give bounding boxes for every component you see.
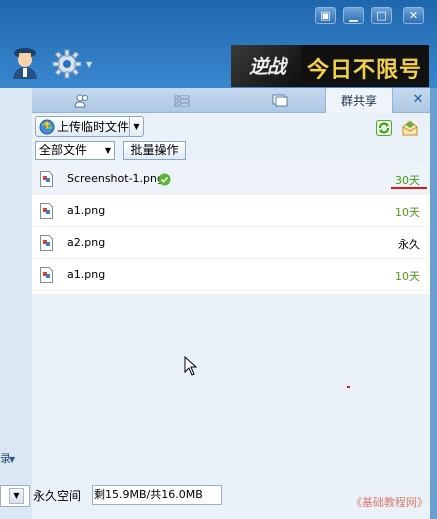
mail-notice-icon[interactable] [401, 119, 419, 137]
close-tab-icon[interactable]: ✕ [411, 93, 425, 107]
ad-banner[interactable]: 逆战 今日不限号 [231, 45, 429, 87]
watermark: 《基础教程网》 [351, 496, 428, 509]
photo-album-icon [272, 94, 288, 107]
upload-dropdown-chevron-icon[interactable]: ▼ [129, 117, 143, 136]
image-file-icon [40, 235, 53, 251]
group-share-panel: 群共享 ✕ 上传临时文件 ▼ 全部文件 ▼ 批量操作 Screenshot-1.… [32, 88, 430, 519]
left-panel: 录 ▼ ▼ [0, 88, 32, 519]
left-select-chevron-icon[interactable]: ▼ [9, 488, 24, 504]
red-marker-dot [347, 386, 350, 388]
file-row[interactable]: Screenshot-1.png 30天 [32, 164, 430, 195]
file-expiry: 永久 [398, 238, 420, 251]
file-filter-value: 全部文件 [39, 143, 88, 157]
file-expiry: 30天 [395, 174, 420, 187]
image-file-icon [40, 203, 53, 219]
refresh-icon[interactable] [376, 120, 392, 136]
maximize-button[interactable]: □ [371, 7, 392, 24]
file-row[interactable]: a1.png 10天 [32, 196, 430, 227]
close-button[interactable]: ✕ [403, 7, 424, 24]
tab-group-share-label: 群共享 [340, 94, 377, 108]
avatar-icon[interactable] [10, 45, 40, 79]
space-label: 永久空间 [33, 489, 82, 503]
tab-members[interactable] [68, 88, 96, 113]
verified-check-icon [158, 173, 171, 186]
image-file-icon [40, 171, 53, 187]
file-expiry: 10天 [395, 206, 420, 219]
image-file-icon [40, 267, 53, 283]
expiry-highlight-underline [391, 187, 427, 189]
left-dropdown-chevron-icon: ▼ [9, 455, 16, 464]
upload-globe-icon [39, 119, 55, 134]
file-name: a2.png [67, 236, 106, 249]
banner-logo: 逆战 [249, 56, 286, 78]
members-icon [74, 94, 88, 107]
toolbar: 上传临时文件 ▼ [32, 113, 430, 141]
file-row[interactable]: a2.png 永久 [32, 228, 430, 259]
batch-operation-button[interactable]: 批量操作 [123, 141, 186, 160]
file-filter-chevron-icon: ▼ [104, 146, 111, 155]
file-filter-select[interactable]: 全部文件 ▼ [35, 141, 115, 160]
file-name: Screenshot-1.png [67, 172, 164, 185]
file-row[interactable]: a1.png 10天 [32, 260, 430, 291]
filter-bar: 全部文件 ▼ 批量操作 [32, 141, 430, 163]
settings-dropdown-chevron-icon[interactable]: ▼ [86, 60, 92, 69]
space-usage-box: 剩15.9MB/共16.0MB [92, 485, 222, 505]
tab-photos[interactable] [266, 88, 294, 113]
minimize-button[interactable]: ▁ [343, 7, 364, 24]
left-dropdown[interactable]: 录 ▼ [0, 450, 30, 472]
tab-group-share[interactable]: 群共享 [325, 88, 393, 113]
menu-button[interactable]: ▣ [315, 7, 336, 24]
upload-temp-file-label: 上传临时文件 [57, 120, 130, 134]
file-expiry: 10天 [395, 270, 420, 283]
banner-slogan: 今日不限号 [307, 58, 423, 83]
upload-temp-file-button[interactable]: 上传临时文件 ▼ [35, 116, 144, 137]
mouse-cursor-icon [184, 356, 198, 376]
list-icon [174, 95, 190, 106]
window-right-edge [430, 88, 437, 519]
panel-tabs: 群共享 ✕ [32, 88, 430, 113]
left-select[interactable]: ▼ [0, 485, 30, 507]
file-name: a1.png [67, 268, 106, 281]
title-bar: ▣ ▁ □ ✕ ▼ 逆战 今日不限号 [0, 0, 437, 88]
settings-gear-icon[interactable] [52, 49, 82, 79]
file-name: a1.png [67, 204, 106, 217]
tab-list[interactable] [168, 88, 196, 113]
file-list: Screenshot-1.png 30天 a1.png 10天 a2.png 永… [32, 164, 430, 294]
